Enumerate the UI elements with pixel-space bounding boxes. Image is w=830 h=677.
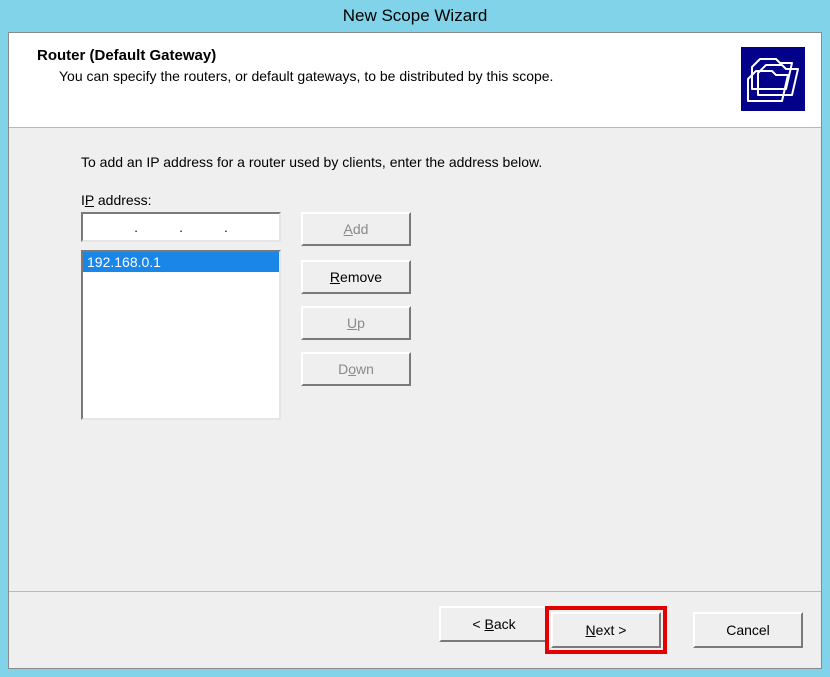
remove-button[interactable]: Remove [301, 260, 411, 294]
wizard-window: New Scope Wizard Router (Default Gateway… [0, 0, 830, 677]
title-bar: New Scope Wizard [8, 0, 822, 32]
client-area: Router (Default Gateway) You can specify… [8, 32, 822, 669]
input-row: ... 192.168.0.1 Add Remove Up [81, 212, 781, 420]
cancel-button[interactable]: Cancel [693, 612, 803, 648]
nav-buttons: < Back Next > [439, 606, 667, 654]
next-button[interactable]: Next > [551, 612, 661, 648]
ip-address-label: IP address: [81, 192, 781, 208]
up-button[interactable]: Up [301, 306, 411, 340]
ip-listbox[interactable]: 192.168.0.1 [81, 250, 281, 420]
inputs-column: ... 192.168.0.1 [81, 212, 281, 420]
ip-address-input[interactable]: ... [81, 212, 281, 242]
side-buttons-column: Add Remove Up Down [301, 212, 411, 398]
back-button[interactable]: < Back [439, 606, 549, 642]
down-button[interactable]: Down [301, 352, 411, 386]
window-title: New Scope Wizard [343, 6, 488, 26]
list-item[interactable]: 192.168.0.1 [83, 252, 279, 272]
page-subtitle: You can specify the routers, or default … [59, 68, 721, 84]
folder-stack-icon [741, 47, 805, 111]
wizard-header: Router (Default Gateway) You can specify… [9, 33, 821, 128]
wizard-body: To add an IP address for a router used b… [9, 128, 821, 591]
next-button-highlight: Next > [545, 606, 667, 654]
instruction-text: To add an IP address for a router used b… [81, 154, 781, 170]
page-title: Router (Default Gateway) [37, 47, 721, 64]
header-text: Router (Default Gateway) You can specify… [37, 47, 721, 84]
wizard-footer: < Back Next > Cancel [9, 591, 821, 668]
add-button[interactable]: Add [301, 212, 411, 246]
